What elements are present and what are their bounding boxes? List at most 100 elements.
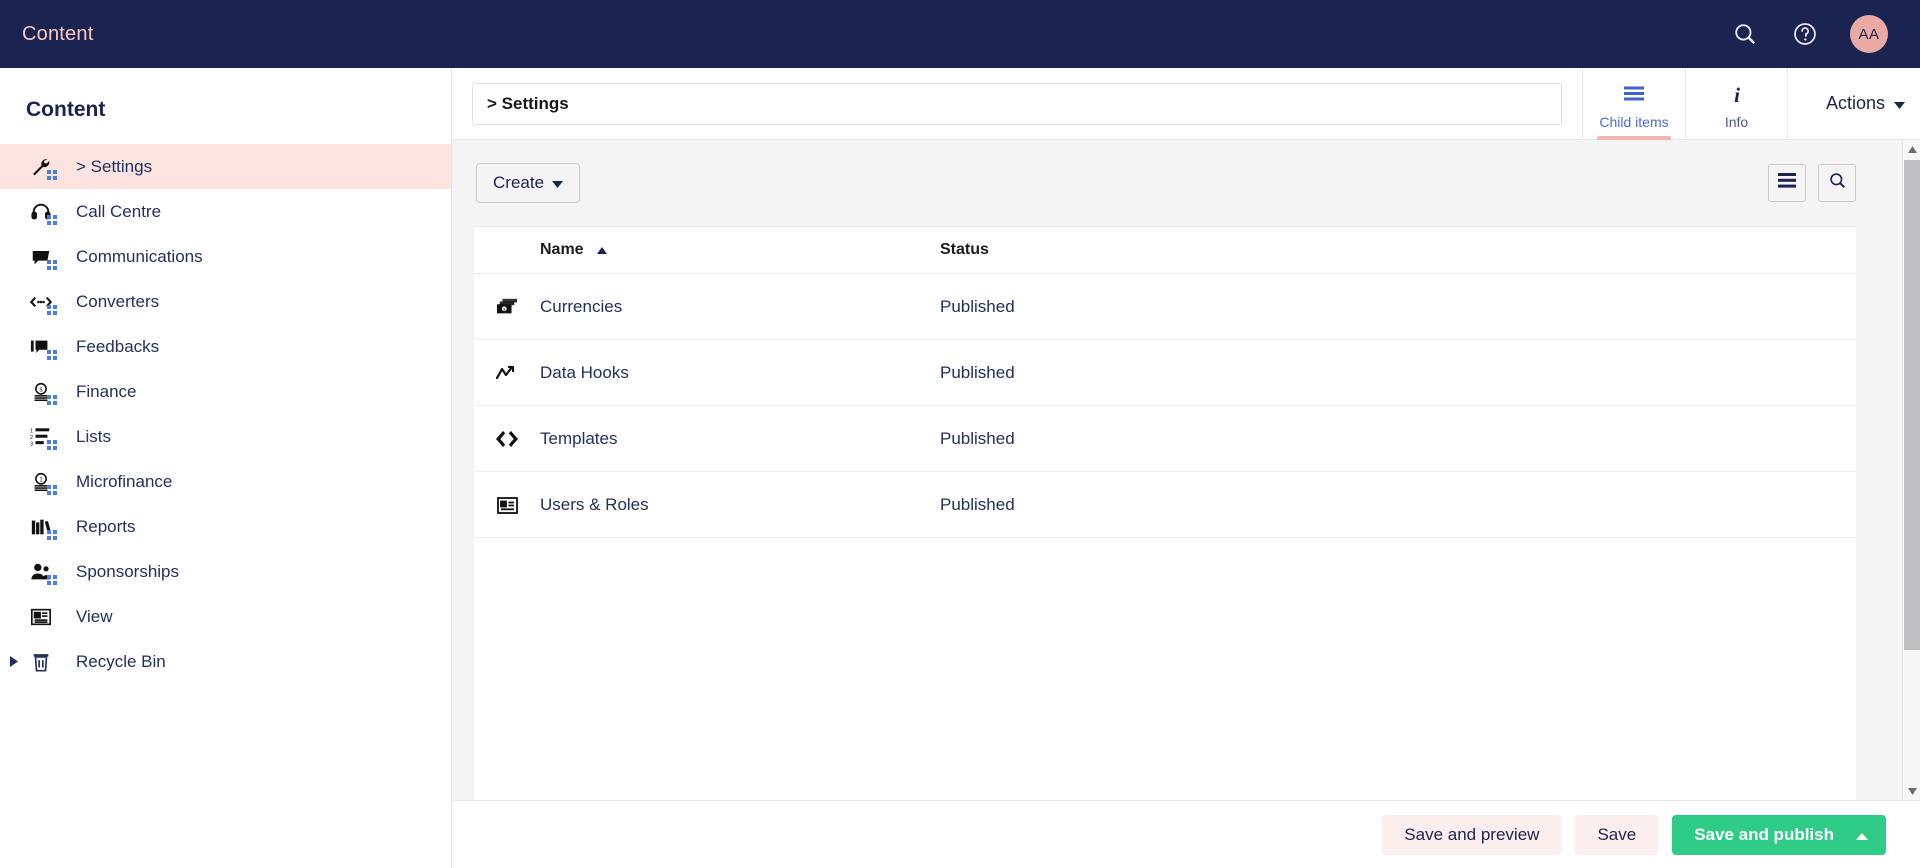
breadcrumb[interactable]: > Settings: [472, 82, 1562, 125]
header-tabs: Child items i Info: [1582, 67, 1788, 140]
numbered-list-icon: 1 2 3: [26, 424, 57, 450]
dots-badge-icon: [47, 259, 57, 270]
content-column: Create Name Status $ Currencies Publishe…: [474, 140, 1874, 800]
sidebar-item-label: View: [76, 606, 113, 626]
column-header-name-label: Name: [540, 241, 584, 258]
tab-info[interactable]: i Info: [1685, 67, 1788, 140]
scroll-down-arrow-icon[interactable]: [1903, 782, 1920, 800]
trend-line-icon: [496, 363, 518, 382]
search-icon[interactable]: [1730, 19, 1760, 49]
table-row[interactable]: Templates Published: [474, 405, 1856, 472]
sidebar-item-finance[interactable]: $ Finance: [0, 369, 451, 414]
table-row[interactable]: $ Currencies Published: [474, 273, 1856, 340]
tab-child-items[interactable]: Child items: [1582, 67, 1685, 140]
row-icon-cell: $: [474, 273, 540, 340]
svg-text:3: 3: [30, 441, 33, 447]
chevron-down-icon: [1894, 93, 1906, 114]
content-toolbar: Create: [474, 140, 1874, 226]
triangle-up-icon: [597, 241, 608, 259]
actions-dropdown[interactable]: Actions: [1826, 93, 1906, 114]
top-app-bar: Content AA: [0, 0, 1920, 68]
svg-text:$: $: [39, 386, 42, 393]
feedback-icon: [26, 334, 57, 360]
row-name-cell[interactable]: Data Hooks: [540, 339, 940, 406]
vertical-scrollbar[interactable]: [1902, 140, 1920, 800]
scroll-up-arrow-icon[interactable]: [1903, 140, 1920, 158]
sidebar-item-label: Finance: [76, 381, 137, 401]
scrollbar-thumb[interactable]: [1904, 160, 1920, 650]
speech-bubble-icon: [26, 244, 57, 270]
row-status-cell: Published: [940, 339, 1856, 406]
sidebar-item-sponsorships[interactable]: Sponsorships: [0, 549, 451, 594]
sidebar-item-view[interactable]: View: [0, 594, 451, 639]
footer-action-bar: Save and preview Save Save and publish: [452, 800, 1920, 868]
sidebar-heading: Content: [26, 98, 106, 121]
list-view-icon: [1778, 173, 1796, 193]
toolbar-right-buttons: [1768, 164, 1872, 202]
row-name-cell[interactable]: Users & Roles: [540, 471, 940, 538]
trash-icon: [26, 649, 56, 675]
table-row[interactable]: Users & Roles Published: [474, 471, 1856, 538]
sidebar-item-label: Call Centre: [76, 201, 162, 221]
row-status-cell: Published: [940, 471, 1856, 538]
app-title: Content: [22, 22, 94, 45]
create-button[interactable]: Create: [476, 163, 581, 203]
sidebar-item-microfinance[interactable]: 1 Microfinance: [0, 459, 451, 504]
content-body: Create Name Status $ Currencies Publishe…: [452, 140, 1920, 800]
svg-text:i: i: [1734, 84, 1740, 106]
chevron-up-icon[interactable]: [1856, 825, 1868, 845]
list-lines-icon: [1623, 82, 1645, 108]
sidebar-item-lists[interactable]: 1 2 3 Lists: [0, 414, 451, 459]
save-button[interactable]: Save: [1575, 814, 1659, 855]
sidebar-item-communications[interactable]: Communications: [0, 234, 451, 279]
main-panel: > Settings Child items i Info Actions Cr…: [452, 67, 1920, 868]
table-body: $ Currencies Published Data Hooks Publis…: [474, 273, 1856, 538]
dots-badge-icon: [47, 394, 57, 405]
dots-badge-icon: [47, 304, 57, 315]
sidebar-item-label: Converters: [76, 291, 160, 311]
people-icon: [26, 559, 57, 585]
row-name-cell[interactable]: Templates: [540, 405, 940, 472]
sidebar-item-feedbacks[interactable]: Feedbacks: [0, 324, 451, 369]
help-circle-icon[interactable]: [1790, 19, 1820, 49]
avatar[interactable]: AA: [1850, 15, 1888, 53]
save-and-publish-label: Save and publish: [1694, 824, 1834, 844]
create-label: Create: [493, 173, 545, 192]
dots-badge-icon: [47, 484, 57, 495]
table-header-row: Name Status: [474, 227, 1856, 274]
dots-badge-icon: [47, 439, 57, 450]
sidebar-item-reports[interactable]: Reports: [0, 504, 451, 549]
sidebar-item-converters[interactable]: Converters: [0, 279, 451, 324]
save-and-preview-button[interactable]: Save and preview: [1382, 814, 1562, 855]
id-card-icon: [496, 495, 518, 514]
sidebar-item-label: > Settings: [76, 156, 153, 176]
money-stack-icon: $: [497, 297, 517, 316]
sidebar-item-label: Sponsorships: [76, 561, 180, 581]
search-button[interactable]: [1818, 164, 1856, 202]
row-name-cell[interactable]: Currencies: [540, 273, 940, 340]
dots-badge-icon: [47, 529, 57, 540]
sidebar-item-recycle-bin[interactable]: Recycle Bin: [0, 639, 451, 684]
column-header-status[interactable]: Status: [940, 227, 1856, 274]
svg-text:1: 1: [30, 428, 33, 434]
sidebar-item-label: Microfinance: [76, 471, 173, 491]
chevron-down-icon: [552, 173, 564, 193]
top-bar-actions: AA: [1730, 15, 1888, 53]
chevron-right-icon[interactable]: [8, 656, 20, 668]
column-header-name[interactable]: Name: [540, 227, 940, 274]
sidebar-item-settings[interactable]: > Settings: [0, 144, 451, 189]
save-and-publish-button[interactable]: Save and publish: [1672, 814, 1886, 855]
search-icon: [1828, 171, 1847, 195]
items-table-container: Name Status $ Currencies Published Data …: [474, 226, 1856, 800]
tab-label: Child items: [1599, 113, 1669, 130]
code-arrows-icon: [26, 289, 57, 315]
sidebar-item-label: Feedbacks: [76, 336, 160, 356]
active-tab-indicator: [1597, 135, 1671, 140]
tab-label: Info: [1724, 113, 1749, 130]
list-view-button[interactable]: [1768, 164, 1806, 202]
column-header-icon: [474, 227, 540, 274]
sidebar-item-label: Lists: [76, 426, 111, 446]
sidebar-item-label: Reports: [76, 516, 136, 536]
table-row[interactable]: Data Hooks Published: [474, 339, 1856, 406]
sidebar-item-call-centre[interactable]: Call Centre: [0, 189, 451, 234]
